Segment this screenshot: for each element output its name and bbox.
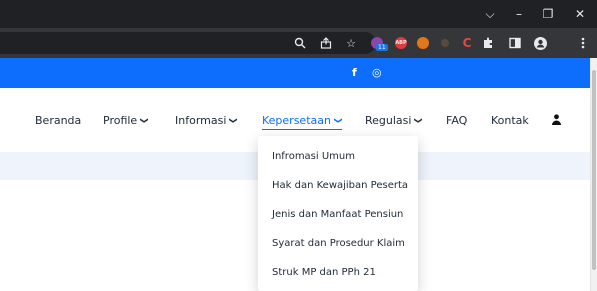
restore-button[interactable]: ❐ [533, 0, 563, 28]
nav-label: Profile [103, 114, 138, 127]
dropdown-item-informasi-umum[interactable]: Infromasi Umum [272, 151, 355, 162]
sidebar-icon[interactable] [507, 35, 523, 51]
abp-icon[interactable]: ABP [393, 35, 409, 51]
nav-item-beranda[interactable]: Beranda [35, 114, 81, 127]
menu-icon[interactable] [575, 35, 591, 51]
nav-label: FAQ [446, 114, 468, 127]
facebook-icon[interactable]: f [352, 66, 357, 79]
dropdown-item-hak-kewajiban[interactable]: Hak dan Kewajiban Peserta [272, 180, 408, 191]
extension-icon[interactable]: C [459, 35, 475, 51]
page-scrollbar[interactable] [590, 58, 597, 291]
fox-icon[interactable] [415, 35, 431, 51]
nav-item-regulasi[interactable]: Regulasi ❯ [365, 114, 424, 127]
profile-icon[interactable] [532, 35, 548, 51]
nav-label: Regulasi [365, 114, 412, 127]
dropdown-item-jenis-manfaat[interactable]: Jenis dan Manfaat Pensiun [272, 209, 403, 220]
fox-icon[interactable] [437, 35, 453, 51]
tab-search-icon[interactable]: ⌵ [475, 0, 505, 28]
nav-item-faq[interactable]: FAQ [446, 114, 467, 127]
nav-item-profile[interactable]: Profile ❯ [103, 114, 150, 127]
chevron-down-icon: ❯ [414, 117, 424, 124]
nav-label: Informasi [175, 114, 227, 127]
search-icon[interactable] [292, 35, 308, 51]
puzzle-icon[interactable] [480, 35, 496, 51]
nav-label: Kontak [491, 114, 529, 127]
nav-item-kepersetaan[interactable]: Kepersetaan ❯ [262, 114, 343, 130]
top-bar: f ◎ [0, 58, 590, 88]
chevron-down-icon: ❯ [140, 117, 150, 124]
chevron-down-icon: ❯ [229, 117, 239, 124]
nav-item-informasi[interactable]: Informasi ❯ [175, 114, 239, 127]
extension-icon[interactable]: 11 [369, 35, 388, 51]
title-bar: ⌵ – ❐ ✕ [0, 0, 597, 28]
star-icon[interactable]: ☆ [343, 35, 359, 51]
dropdown-item-struk-mp[interactable]: Struk MP dan PPh 21 [272, 267, 376, 278]
instagram-icon[interactable]: ◎ [372, 66, 382, 79]
extension-badge: 11 [376, 44, 388, 51]
browser-toolbar: ☆ 11 ABP C [0, 28, 597, 58]
chevron-down-icon: ❯ [333, 117, 343, 124]
kepersetaan-dropdown: Infromasi Umum Hak dan Kewajiban Peserta… [258, 136, 418, 291]
browser-window: ⌵ – ❐ ✕ ☆ 11 ABP C f ◎ Beranda Profile ❯… [0, 0, 597, 291]
user-button[interactable] [547, 108, 565, 130]
nav-label: Kepersetaan [262, 114, 331, 127]
share-icon[interactable] [318, 35, 334, 51]
user-icon [551, 113, 561, 125]
nav-item-kontak[interactable]: Kontak [491, 114, 529, 127]
nav-label: Beranda [35, 114, 82, 127]
dropdown-item-syarat-klaim[interactable]: Syarat dan Prosedur Klaim [272, 238, 405, 249]
minimize-button[interactable]: – [504, 0, 534, 28]
close-button[interactable]: ✕ [565, 0, 595, 28]
scrollbar-thumb[interactable] [592, 70, 596, 270]
